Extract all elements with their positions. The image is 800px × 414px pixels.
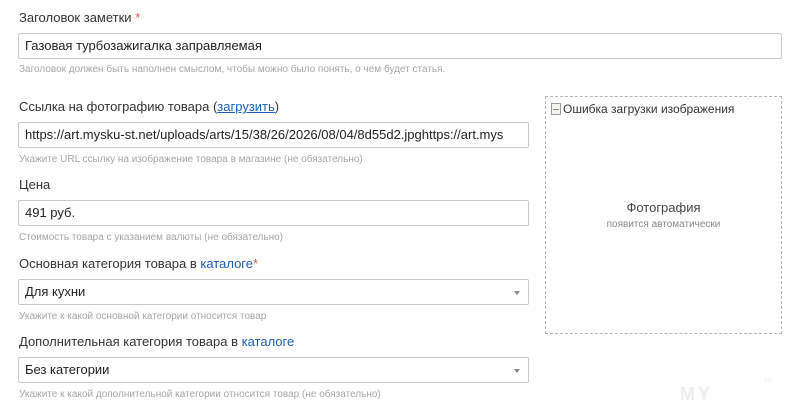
main-category-label-text: Основная категория товара в: [19, 256, 201, 271]
note-form: Заголовок заметки * Газовая турбозажигал…: [0, 0, 800, 414]
main-category-value: Для кухни: [25, 284, 86, 299]
chevron-down-icon: [514, 369, 520, 373]
photo-url-label-end: ): [274, 99, 280, 114]
chevron-down-icon: [514, 291, 520, 295]
catalog-link[interactable]: каталоге: [242, 334, 295, 349]
main-category-label: Основная категория товара в каталоге*: [19, 256, 258, 271]
catalog-link[interactable]: каталоге: [200, 256, 253, 271]
upload-link[interactable]: загрузить: [217, 99, 274, 114]
extra-category-label-text: Дополнительная категория товара в: [19, 334, 242, 349]
photo-url-input[interactable]: https://art.mysku-st.net/uploads/arts/15…: [18, 122, 529, 148]
extra-category-value: Без категории: [25, 362, 110, 377]
title-input[interactable]: Газовая турбозажигалка заправляемая: [18, 33, 782, 59]
required-mark: *: [253, 256, 259, 271]
photo-placeholder-title: Фотография: [626, 200, 701, 215]
extra-category-select[interactable]: Без категории: [18, 357, 529, 383]
title-hint: Заголовок должен быть наполнен смыслом, …: [19, 64, 446, 75]
extra-category-hint: Укажите к какой дополнительной категории…: [19, 389, 381, 400]
photo-url-label-text: Ссылка на фотографию товара (: [19, 99, 218, 114]
watermark-logo: MY: [680, 384, 713, 404]
main-category-select[interactable]: Для кухни: [18, 279, 529, 305]
broken-image: Ошибка загрузки изображения: [551, 102, 734, 116]
title-label: Заголовок заметки *: [19, 10, 140, 25]
photo-url-label: Ссылка на фотографию товара (загрузить): [19, 99, 279, 114]
photo-preview: Ошибка загрузки изображения Фотография п…: [545, 96, 782, 334]
extra-category-label: Дополнительная категория товара в катало…: [19, 334, 294, 349]
price-hint: Стоимость товара с указанием валюты (не …: [19, 232, 284, 243]
broken-image-alt: Ошибка загрузки изображения: [563, 102, 735, 116]
photo-url-hint: Укажите URL ссылку на изображение товара…: [19, 154, 363, 165]
watermark-suffix: ru: [765, 375, 773, 384]
title-label-text: Заголовок заметки: [19, 10, 132, 25]
price-input[interactable]: 491 руб.: [18, 200, 529, 226]
photo-placeholder-subtitle: появится автоматически: [606, 219, 721, 230]
required-mark: *: [135, 10, 141, 25]
main-category-hint: Укажите к какой основной категории относ…: [19, 311, 267, 322]
price-label: Цена: [19, 177, 51, 192]
broken-image-icon: [551, 103, 561, 115]
